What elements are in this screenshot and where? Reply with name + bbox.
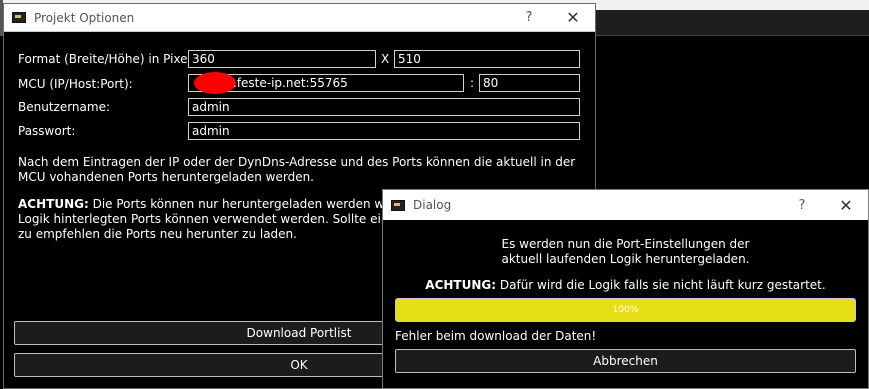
redaction-mark: [194, 72, 236, 94]
password-input[interactable]: admin: [188, 122, 580, 140]
cancel-button[interactable]: Abbrechen: [395, 349, 856, 373]
dialog-warning: ACHTUNG: Dafür wird die Logik falls sie …: [383, 278, 868, 293]
warning-line-1: Die Ports können nur heruntergeladen wer…: [88, 197, 419, 211]
progress-bar: 100%: [395, 298, 856, 322]
password-row: Passwort:: [18, 122, 75, 140]
help-button[interactable]: ?: [507, 10, 551, 25]
dialog-warning-text: Dafür wird die Logik falls sie nicht läu…: [496, 278, 826, 292]
port-separator: :: [470, 76, 475, 90]
help-button[interactable]: ?: [780, 198, 824, 213]
mcu-label: MCU (IP/Host:Port):: [18, 77, 133, 91]
format-label: Format (Breite/Höhe) in Pixel:: [18, 52, 195, 66]
width-input[interactable]: 360: [188, 50, 376, 68]
background-window-toolbar: [596, 10, 869, 36]
info-text: Nach dem Eintragen der IP oder der DynDn…: [18, 155, 576, 184]
close-button[interactable]: ✕: [824, 196, 868, 215]
warning-bold: ACHTUNG:: [18, 197, 89, 211]
dialog-title: Dialog: [413, 198, 452, 212]
username-row: Benutzername:: [18, 98, 110, 116]
progress-label: 100%: [612, 305, 639, 315]
dialog-warning-bold: ACHTUNG:: [425, 278, 497, 292]
host-input[interactable]: .feste-ip.net:55765: [188, 72, 464, 94]
dialog-message: Es werden nun die Port-Einstellungen der…: [383, 237, 868, 267]
dialog-message-line-2: aktuell laufenden Logik heruntergeladen.: [501, 252, 750, 266]
app-icon: [12, 12, 26, 23]
dialog-message-line-1: Es werden nun die Port-Einstellungen der: [501, 237, 750, 251]
username-input[interactable]: admin: [188, 98, 580, 116]
dialog-window: Dialog ? ✕ Es werden nun die Port-Einste…: [382, 189, 869, 389]
mcu-row: MCU (IP/Host:Port):: [18, 75, 133, 93]
close-button[interactable]: ✕: [551, 8, 595, 27]
port-input[interactable]: 80: [479, 74, 580, 92]
error-text: Fehler beim download der Daten!: [395, 329, 597, 343]
window-title: Projekt Optionen: [34, 10, 135, 25]
projekt-options-titlebar[interactable]: Projekt Optionen ? ✕: [4, 4, 595, 32]
format-row: Format (Breite/Höhe) in Pixel:: [18, 50, 195, 68]
username-label: Benutzername:: [18, 100, 111, 114]
password-label: Passwort:: [18, 124, 76, 138]
dialog-titlebar[interactable]: Dialog ? ✕: [383, 190, 868, 220]
size-separator: X: [381, 52, 390, 66]
height-input[interactable]: 510: [394, 50, 580, 68]
host-value: .feste-ip.net:55765: [233, 76, 348, 90]
app-icon: [391, 199, 405, 211]
